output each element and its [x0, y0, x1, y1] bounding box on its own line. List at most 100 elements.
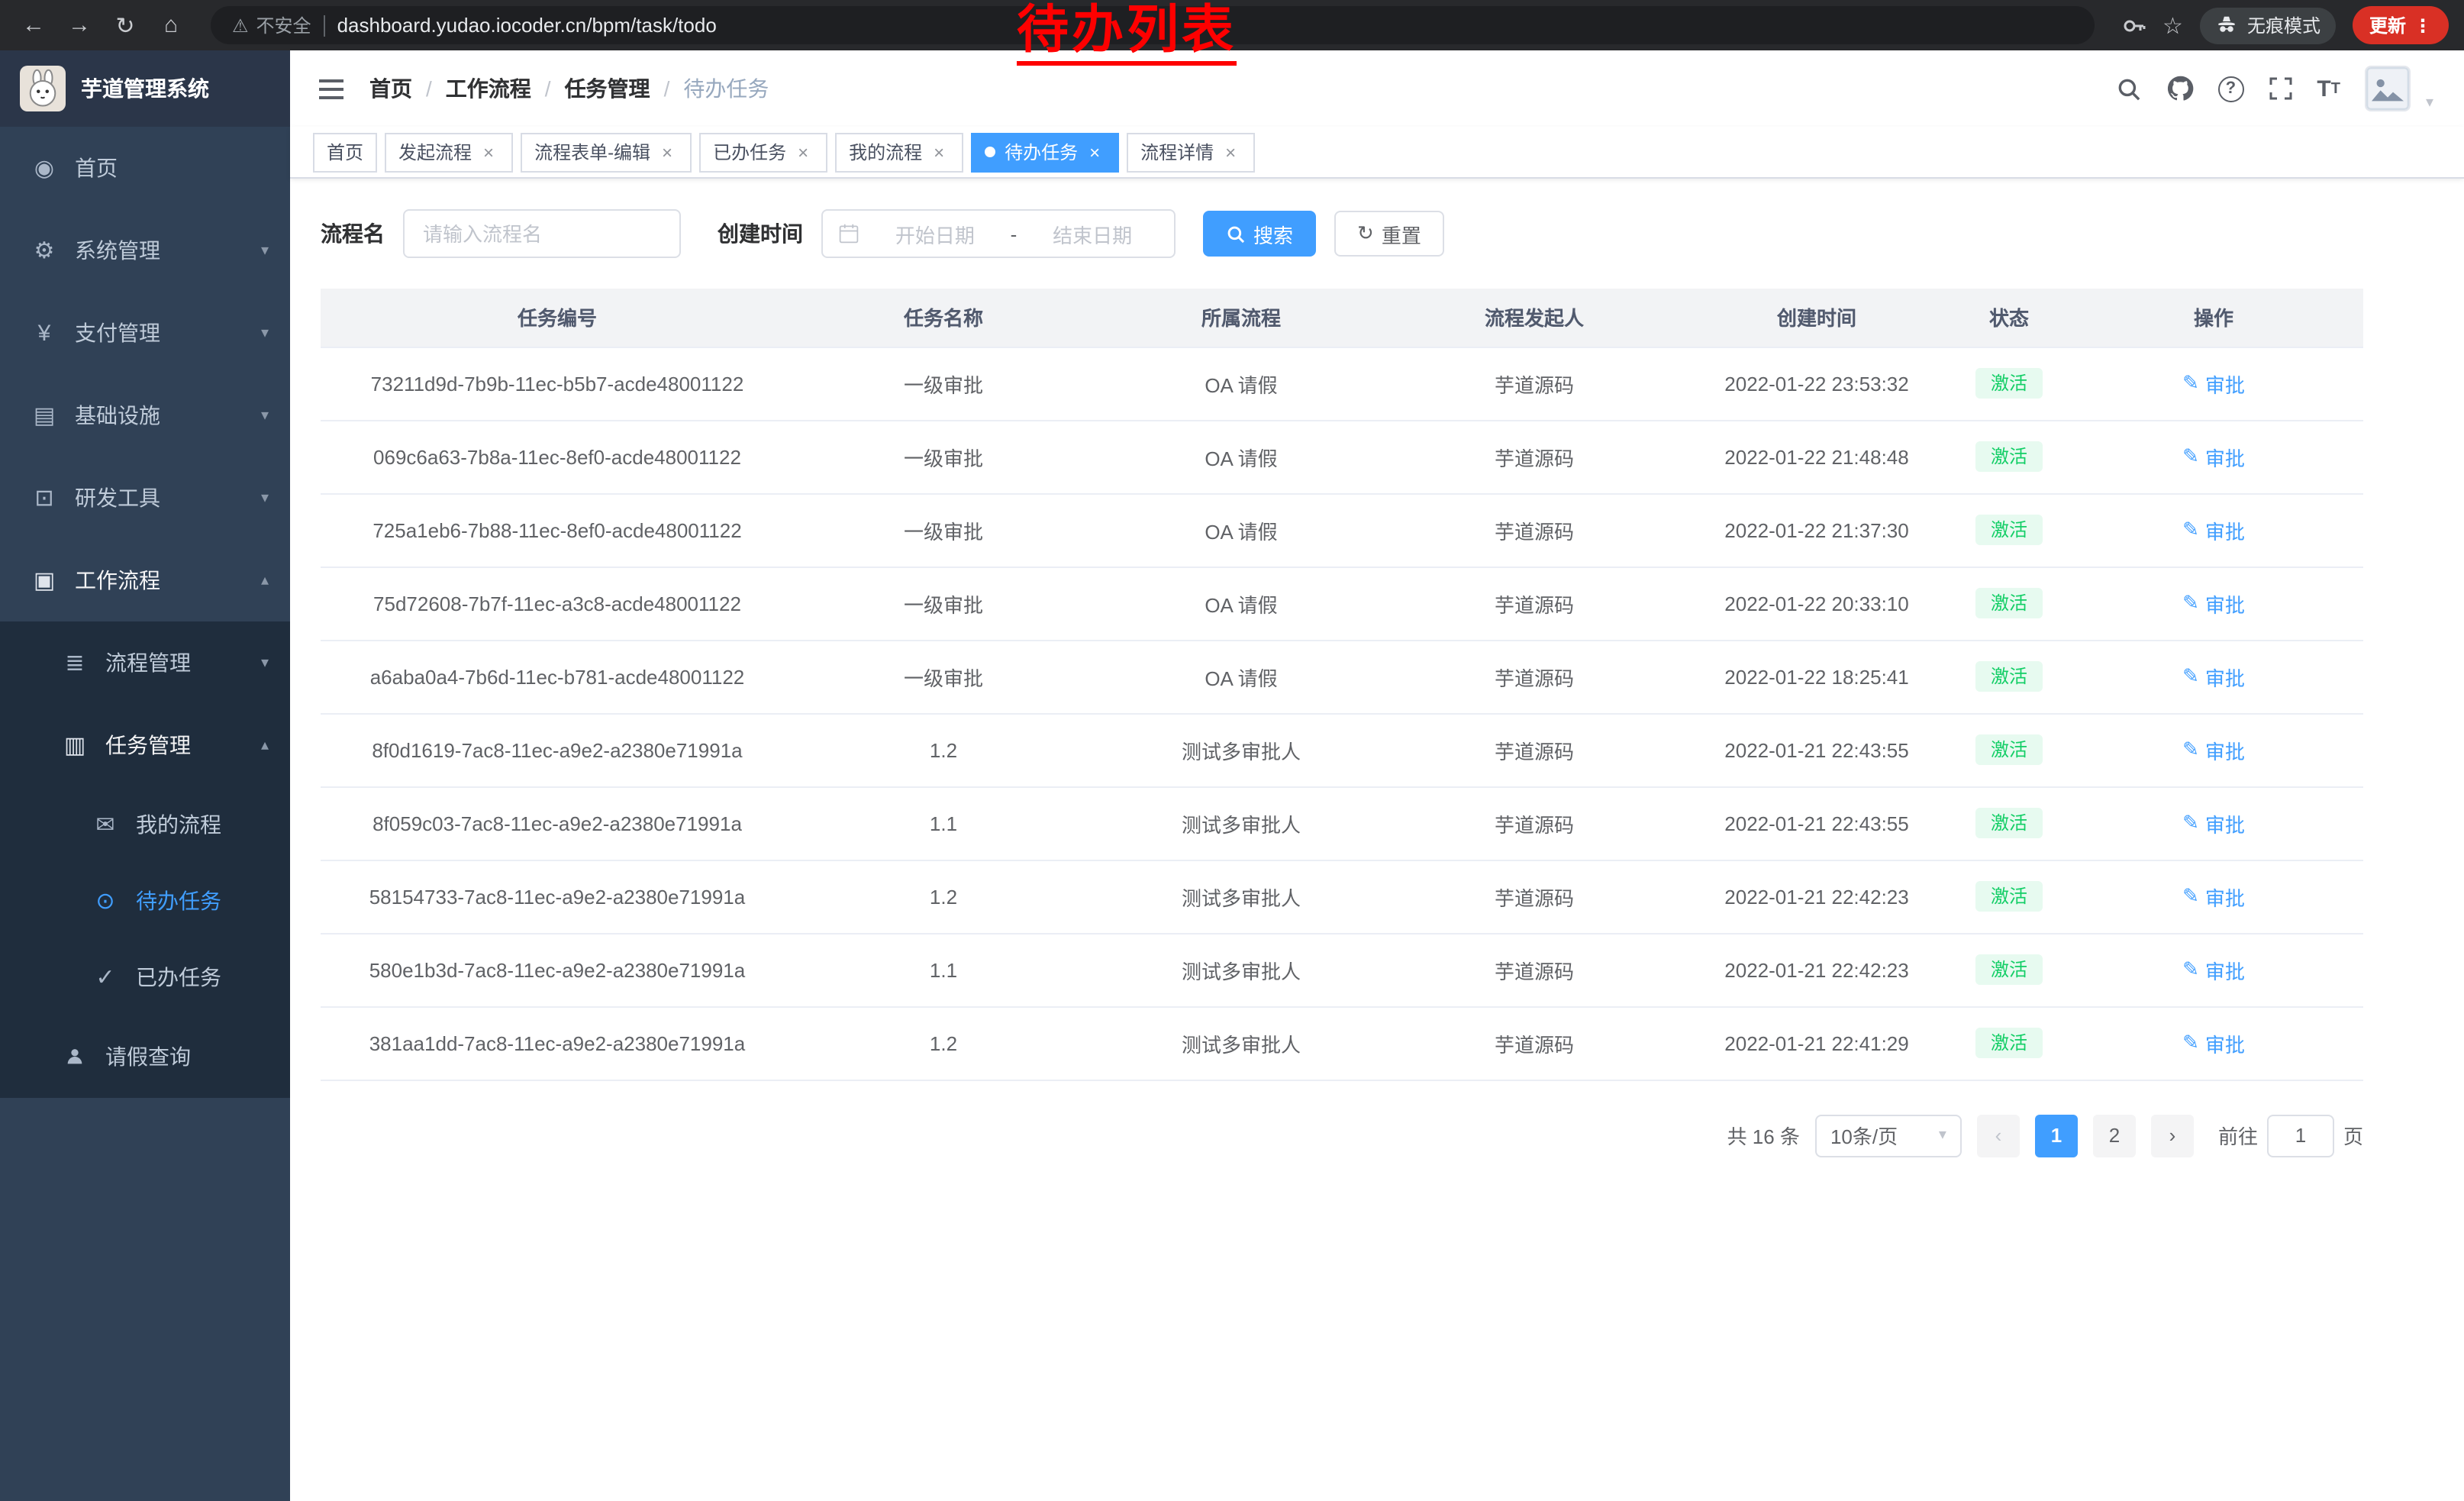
- toolbox-icon: ⊡: [31, 484, 58, 512]
- sidebar-item-home[interactable]: ◉ 首页: [0, 127, 290, 209]
- browser-menu-dots-icon[interactable]: ⋮: [2414, 15, 2432, 36]
- screenshot-annotation: 待办列表: [1017, 2, 1237, 66]
- approve-label: 审批: [2205, 369, 2245, 398]
- cell-created: 2022-01-21 22:42:23: [1679, 933, 1954, 1006]
- bookmark-star-icon[interactable]: ☆: [2162, 11, 2183, 39]
- tab-my-process[interactable]: 我的流程 ×: [835, 132, 963, 172]
- tab-form-editor[interactable]: 流程表单-编辑 ×: [521, 132, 692, 172]
- github-icon[interactable]: [2166, 75, 2193, 102]
- help-icon[interactable]: ?: [2217, 76, 2243, 102]
- start-date-placeholder: 开始日期: [869, 219, 1001, 248]
- yen-icon: ¥: [31, 320, 58, 346]
- approve-link[interactable]: ✎审批: [2182, 1028, 2245, 1057]
- cell-task-name: 一级审批: [794, 420, 1093, 493]
- sidebar-item-todo-tasks[interactable]: ⊙ 待办任务: [0, 863, 290, 939]
- avatar[interactable]: [2365, 66, 2411, 111]
- breadcrumb-workflow[interactable]: 工作流程: [446, 73, 531, 104]
- close-icon[interactable]: ×: [792, 141, 814, 163]
- cell-initiator: 芋道源码: [1389, 1006, 1679, 1080]
- sidebar-item-leave-query[interactable]: 请假查询: [0, 1015, 290, 1098]
- goto-page-input[interactable]: [2267, 1114, 2334, 1157]
- sidebar-item-process-management[interactable]: ≣ 流程管理 ▾: [0, 621, 290, 704]
- incognito-spy-icon: [2215, 14, 2238, 37]
- forward-icon[interactable]: →: [61, 7, 98, 44]
- table-row: a6aba0a4-7b6d-11ec-b781-acde48001122 一级审…: [321, 640, 2363, 713]
- close-icon[interactable]: ×: [1084, 141, 1105, 163]
- cell-task-id: a6aba0a4-7b6d-11ec-b781-acde48001122: [321, 640, 794, 713]
- sidebar-item-label: 系统管理: [75, 235, 160, 266]
- col-initiator: 流程发起人: [1389, 289, 1679, 347]
- table-row: 75d72608-7b7f-11ec-a3c8-acde48001122 一级审…: [321, 567, 2363, 640]
- approve-link[interactable]: ✎审批: [2182, 515, 2245, 544]
- sidebar-item-workflow[interactable]: ▣ 工作流程 ▴: [0, 539, 290, 621]
- page-size-select[interactable]: 10条/页 ▾: [1815, 1114, 1962, 1157]
- approve-link[interactable]: ✎审批: [2182, 369, 2245, 398]
- font-size-icon[interactable]: TT: [2317, 76, 2340, 102]
- page-button-1[interactable]: 1: [2035, 1114, 2078, 1157]
- sidebar-collapse-icon[interactable]: [318, 77, 345, 100]
- approve-link[interactable]: ✎审批: [2182, 442, 2245, 471]
- approve-link[interactable]: ✎审批: [2182, 735, 2245, 764]
- gear-icon: ⚙: [31, 237, 58, 264]
- tab-home[interactable]: 首页: [313, 132, 377, 172]
- back-icon[interactable]: ←: [15, 7, 52, 44]
- cell-task-name: 1.2: [794, 1006, 1093, 1080]
- prev-page-button[interactable]: ‹: [1977, 1114, 2020, 1157]
- close-icon[interactable]: ×: [478, 141, 499, 163]
- search-button[interactable]: 搜索: [1203, 211, 1316, 257]
- cell-task-name: 1.1: [794, 786, 1093, 860]
- close-icon[interactable]: ×: [1220, 141, 1241, 163]
- home-icon[interactable]: ⌂: [153, 7, 189, 44]
- app-logo[interactable]: 芋道管理系统: [0, 50, 290, 127]
- approve-link[interactable]: ✎审批: [2182, 882, 2245, 911]
- cell-process: OA 请假: [1093, 640, 1389, 713]
- tab-todo-tasks[interactable]: 待办任务 ×: [971, 132, 1119, 172]
- cell-task-id: 75d72608-7b7f-11ec-a3c8-acde48001122: [321, 567, 794, 640]
- tab-process-detail[interactable]: 流程详情 ×: [1127, 132, 1255, 172]
- sidebar-item-done-tasks[interactable]: ✓ 已办任务: [0, 939, 290, 1015]
- sidebar-item-system[interactable]: ⚙ 系统管理 ▾: [0, 209, 290, 292]
- process-name-input[interactable]: [403, 209, 681, 258]
- approve-link[interactable]: ✎审批: [2182, 955, 2245, 984]
- search-icon[interactable]: [2115, 76, 2141, 102]
- cell-initiator: 芋道源码: [1389, 713, 1679, 786]
- reload-icon[interactable]: ↻: [107, 7, 144, 44]
- goto-label: 前往: [2218, 1121, 2258, 1150]
- reset-button[interactable]: ↻ 重置: [1334, 211, 1444, 257]
- next-page-button[interactable]: ›: [2151, 1114, 2194, 1157]
- tab-start-process[interactable]: 发起流程 ×: [385, 132, 513, 172]
- close-icon[interactable]: ×: [656, 141, 678, 163]
- check-icon: ✓: [92, 964, 119, 991]
- sidebar-item-my-process[interactable]: ✉ 我的流程: [0, 786, 290, 863]
- approve-label: 审批: [2205, 1028, 2245, 1057]
- password-key-icon[interactable]: [2121, 13, 2146, 37]
- cell-initiator: 芋道源码: [1389, 420, 1679, 493]
- sidebar-item-label: 我的流程: [136, 809, 221, 840]
- sidebar-item-task-management[interactable]: ▥ 任务管理 ▴: [0, 704, 290, 786]
- close-icon[interactable]: ×: [928, 141, 950, 163]
- breadcrumb: 首页 / 工作流程 / 任务管理 / 待办任务: [369, 73, 769, 104]
- col-task-id: 任务编号: [321, 289, 794, 347]
- approve-label: 审批: [2205, 442, 2245, 471]
- sidebar-item-devtools[interactable]: ⊡ 研发工具 ▾: [0, 457, 290, 539]
- approve-link[interactable]: ✎审批: [2182, 662, 2245, 691]
- sidebar: 芋道管理系统 ◉ 首页 ⚙ 系统管理 ▾ ¥ 支付管理 ▾ ▤ 基础设施 ▾ ⊡…: [0, 50, 290, 1501]
- browser-update-button[interactable]: 更新 ⋮: [2353, 6, 2449, 44]
- security-warning[interactable]: ⚠ 不安全: [232, 12, 311, 38]
- avatar-caret-down-icon[interactable]: ▾: [2426, 95, 2433, 111]
- approve-link[interactable]: ✎审批: [2182, 809, 2245, 838]
- chevron-down-icon: ▾: [261, 407, 269, 424]
- breadcrumb-home[interactable]: 首页: [369, 73, 412, 104]
- sidebar-item-payment[interactable]: ¥ 支付管理 ▾: [0, 292, 290, 374]
- sidebar-item-infrastructure[interactable]: ▤ 基础设施 ▾: [0, 374, 290, 457]
- approve-link[interactable]: ✎审批: [2182, 589, 2245, 618]
- cell-task-id: 069c6a63-7b8a-11ec-8ef0-acde48001122: [321, 420, 794, 493]
- cell-process: 测试多审批人: [1093, 713, 1389, 786]
- page-button-2[interactable]: 2: [2093, 1114, 2136, 1157]
- fullscreen-icon[interactable]: [2268, 76, 2292, 101]
- table-row: 58154733-7ac8-11ec-a9e2-a2380e71991a 1.2…: [321, 860, 2363, 933]
- search-icon: [1226, 224, 1246, 244]
- breadcrumb-task-management[interactable]: 任务管理: [565, 73, 650, 104]
- date-range-picker[interactable]: 开始日期 - 结束日期: [821, 209, 1176, 258]
- tab-done-tasks[interactable]: 已办任务 ×: [699, 132, 827, 172]
